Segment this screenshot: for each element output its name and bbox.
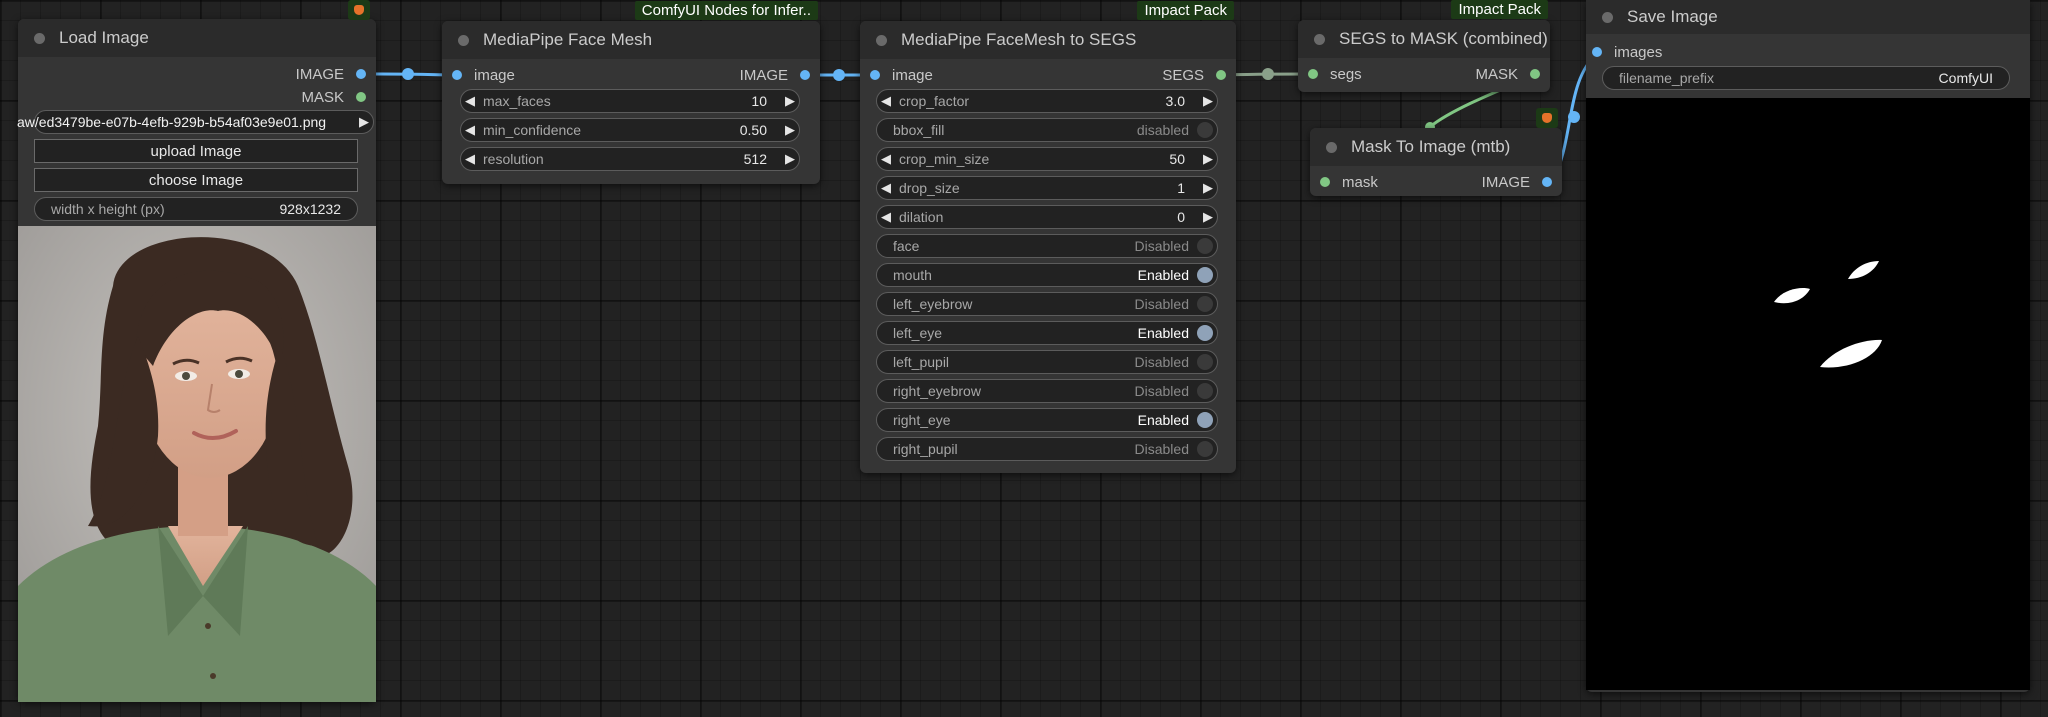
increment-arrow-icon[interactable]: ▶ — [1199, 180, 1217, 196]
link-image-1 — [365, 72, 453, 77]
toggle-knob-icon[interactable] — [1197, 354, 1213, 370]
impact-pack-badge: Impact Pack — [1451, 0, 1548, 19]
decrement-arrow-icon[interactable]: ◀ — [461, 93, 479, 109]
output-image[interactable]: IMAGE — [1482, 171, 1552, 193]
save-image-title[interactable]: Save Image — [1586, 0, 2030, 34]
toggle-knob-icon[interactable] — [1197, 267, 1213, 283]
increment-arrow-icon[interactable]: ▶ — [1199, 93, 1217, 109]
toggle-mouth[interactable]: mouth Enabled — [876, 263, 1218, 287]
input-segs-dot[interactable] — [1308, 69, 1318, 79]
input-mask-dot[interactable] — [1320, 177, 1330, 187]
collapse-dot-icon[interactable] — [876, 34, 887, 46]
output-image-dot[interactable] — [800, 70, 810, 80]
link-midpoint-5 — [1568, 111, 1580, 123]
facemesh-to-segs-title[interactable]: MediaPipe FaceMesh to SEGS — [860, 21, 1236, 59]
segs-to-mask-title[interactable]: SEGS to MASK (combined) — [1298, 20, 1550, 58]
face-mesh-badge: ComfyUI Nodes for Infer.. — [634, 1, 818, 20]
collapse-dot-icon[interactable] — [1326, 141, 1337, 153]
decrement-arrow-icon[interactable]: ◀ — [877, 180, 895, 196]
output-mask-dot[interactable] — [1530, 69, 1540, 79]
link-midpoint-2 — [833, 69, 845, 81]
segs-to-mask-node[interactable]: Impact Pack SEGS to MASK (combined) segs… — [1298, 0, 1550, 92]
decrement-arrow-icon[interactable]: ◀ — [461, 122, 479, 138]
collapse-dot-icon[interactable] — [34, 32, 45, 44]
decrement-arrow-icon[interactable]: ◀ — [877, 93, 895, 109]
image-size-widget: width x height (px) 928x1232 — [34, 197, 358, 221]
toggle-right-eye[interactable]: right_eye Enabled — [876, 408, 1218, 432]
image-filename-label: aw/ed3479be-e07b-4efb-929b-b54af03e9e01.… — [17, 114, 327, 130]
fox-icon — [1536, 108, 1558, 128]
mask-output-preview — [1586, 98, 2030, 690]
input-image[interactable]: image — [870, 64, 933, 86]
crop-min-size-widget[interactable]: ◀ crop_min_size 50 ▶ — [876, 147, 1218, 171]
toggle-face[interactable]: face Disabled — [876, 234, 1218, 258]
load-image-title[interactable]: Load Image — [18, 19, 376, 57]
dilation-widget[interactable]: ◀ dilation 0 ▶ — [876, 205, 1218, 229]
toggle-knob-icon[interactable] — [1197, 412, 1213, 428]
toggle-left-pupil[interactable]: left_pupil Disabled — [876, 350, 1218, 374]
output-image-dot[interactable] — [356, 69, 366, 79]
output-image[interactable]: IMAGE — [740, 64, 810, 86]
face-mesh-node[interactable]: ComfyUI Nodes for Infer.. MediaPipe Face… — [442, 1, 820, 184]
image-filename-combo[interactable]: aw/ed3479be-e07b-4efb-929b-b54af03e9e01.… — [17, 110, 374, 134]
output-mask-dot[interactable] — [356, 92, 366, 102]
input-image-dot[interactable] — [870, 70, 880, 80]
input-images-dot[interactable] — [1592, 47, 1602, 57]
link-midpoint-3 — [1262, 68, 1274, 80]
mask-to-image-node[interactable]: Mask To Image (mtb) mask IMAGE — [1310, 108, 1562, 196]
output-segs[interactable]: SEGS — [1162, 64, 1226, 86]
output-image-dot[interactable] — [1542, 177, 1552, 187]
image-preview — [18, 226, 376, 702]
increment-arrow-icon[interactable]: ▶ — [781, 93, 799, 109]
choose-image-button[interactable]: choose Image — [34, 168, 358, 192]
toggle-knob-icon[interactable] — [1197, 441, 1213, 457]
bbox-fill-toggle[interactable]: bbox_fill disabled — [876, 118, 1218, 142]
output-segs-dot[interactable] — [1216, 70, 1226, 80]
toggle-right-eyebrow[interactable]: right_eyebrow Disabled — [876, 379, 1218, 403]
toggle-left-eyebrow[interactable]: left_eyebrow Disabled — [876, 292, 1218, 316]
input-image[interactable]: image — [452, 64, 515, 86]
input-mask[interactable]: mask — [1320, 171, 1378, 193]
link-midpoint-1 — [402, 68, 414, 80]
decrement-arrow-icon[interactable]: ◀ — [461, 151, 479, 167]
toggle-left-eye[interactable]: left_eye Enabled — [876, 321, 1218, 345]
toggle-knob-icon[interactable] — [1197, 122, 1213, 138]
face-mesh-title[interactable]: MediaPipe Face Mesh — [442, 21, 820, 59]
output-mask[interactable]: MASK — [1475, 63, 1540, 85]
increment-arrow-icon[interactable]: ▶ — [781, 122, 799, 138]
input-images[interactable]: images — [1592, 41, 1662, 63]
increment-arrow-icon[interactable]: ▶ — [1199, 151, 1217, 167]
facemesh-to-segs-node[interactable]: Impact Pack MediaPipe FaceMesh to SEGS i… — [860, 1, 1236, 473]
load-image-node[interactable]: Load Image IMAGE MASK aw/ed3479be-e07b-4… — [17, 0, 376, 702]
mask-to-image-title[interactable]: Mask To Image (mtb) — [1310, 128, 1562, 166]
upload-image-button[interactable]: upload Image — [34, 139, 358, 163]
toggle-right-pupil[interactable]: right_pupil Disabled — [876, 437, 1218, 461]
drop-size-widget[interactable]: ◀ drop_size 1 ▶ — [876, 176, 1218, 200]
collapse-dot-icon[interactable] — [1314, 33, 1325, 45]
impact-pack-badge: Impact Pack — [1137, 1, 1234, 20]
min-confidence-widget[interactable]: ◀ min_confidence 0.50 ▶ — [460, 118, 800, 142]
output-image[interactable]: IMAGE — [296, 63, 366, 85]
toggle-knob-icon[interactable] — [1197, 296, 1213, 312]
collapse-dot-icon[interactable] — [1602, 11, 1613, 23]
resolution-widget[interactable]: ◀ resolution 512 ▶ — [460, 147, 800, 171]
toggle-knob-icon[interactable] — [1197, 383, 1213, 399]
crop-factor-widget[interactable]: ◀ crop_factor 3.0 ▶ — [876, 89, 1218, 113]
save-image-node[interactable]: Save Image images filename_prefix ComfyU… — [1586, 0, 2030, 692]
combo-next-arrow-icon[interactable]: ▶ — [355, 114, 373, 130]
fox-icon — [348, 0, 370, 20]
input-image-dot[interactable] — [452, 70, 462, 80]
collapse-dot-icon[interactable] — [458, 34, 469, 46]
decrement-arrow-icon[interactable]: ◀ — [877, 209, 895, 225]
toggle-knob-icon[interactable] — [1197, 325, 1213, 341]
decrement-arrow-icon[interactable]: ◀ — [877, 151, 895, 167]
input-segs[interactable]: segs — [1308, 63, 1362, 85]
output-mask[interactable]: MASK — [301, 86, 366, 108]
toggle-knob-icon[interactable] — [1197, 238, 1213, 254]
increment-arrow-icon[interactable]: ▶ — [1199, 209, 1217, 225]
filename-prefix-widget[interactable]: filename_prefix ComfyUI — [1602, 66, 2010, 90]
max-faces-widget[interactable]: ◀ max_faces 10 ▶ — [460, 89, 800, 113]
increment-arrow-icon[interactable]: ▶ — [781, 151, 799, 167]
